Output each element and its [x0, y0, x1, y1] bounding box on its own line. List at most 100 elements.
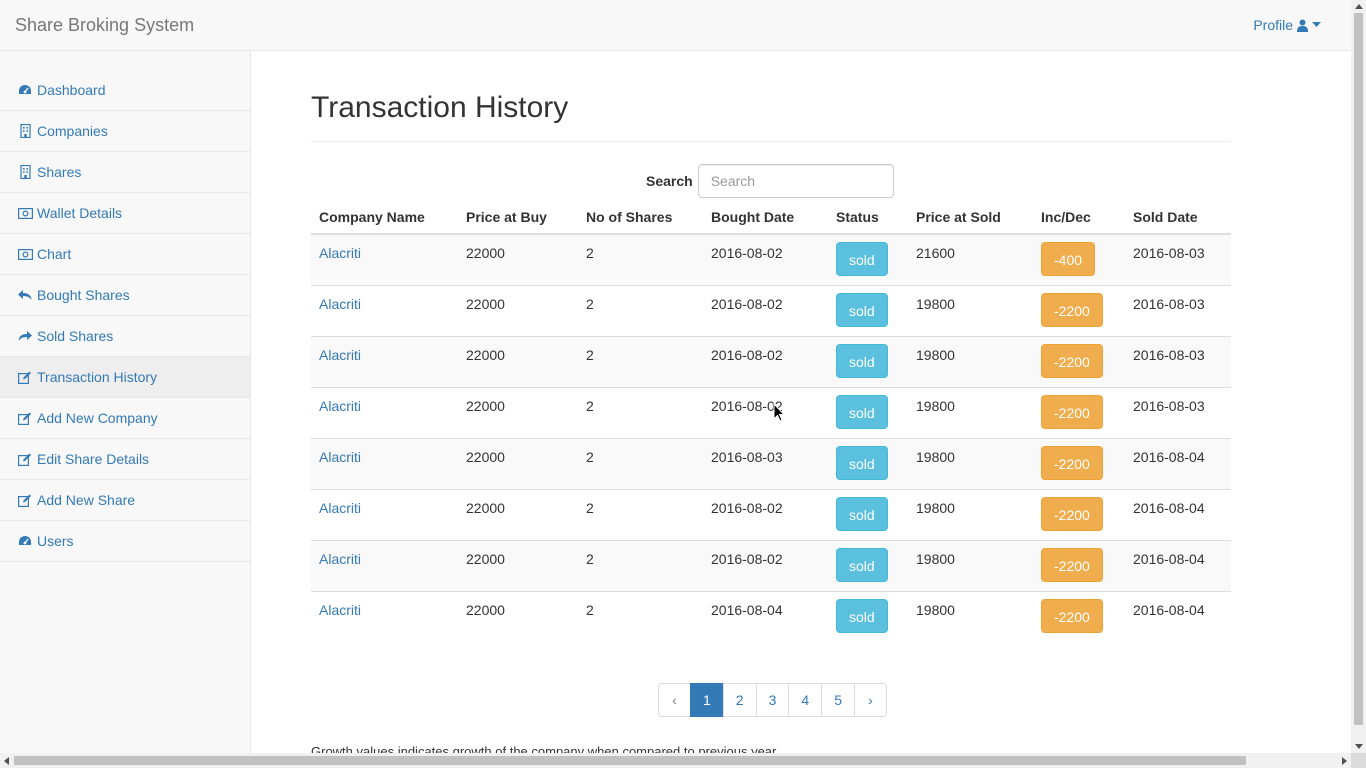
pagination: ‹ 1 2 3 4 5 › — [658, 683, 887, 717]
dashboard-icon — [17, 534, 33, 548]
inc-dec-button[interactable]: -2200 — [1041, 343, 1103, 378]
cell-price-at-sold: 19800 — [908, 488, 1033, 540]
cell-price-at-buy: 22000 — [458, 488, 578, 540]
column-header[interactable]: Price at Buy — [458, 201, 578, 235]
main-content: Transaction History Search Company Name … — [311, 51, 1231, 759]
company-link[interactable]: Alacriti — [319, 347, 361, 363]
status-button[interactable]: sold — [836, 496, 888, 531]
inc-dec-button[interactable]: -2200 — [1041, 445, 1103, 480]
column-header[interactable]: Price at Sold — [908, 201, 1033, 235]
company-link[interactable]: Alacriti — [319, 398, 361, 414]
sidebar-item-wallet-details[interactable]: Wallet Details — [0, 193, 250, 234]
cell-sold-date: 2016-08-04 — [1125, 437, 1231, 489]
cell-sold-date: 2016-08-03 — [1125, 284, 1231, 336]
profile-dropdown[interactable]: Profile — [1253, 17, 1321, 33]
status-button[interactable]: sold — [836, 547, 888, 582]
status-button[interactable]: sold — [836, 445, 888, 480]
sidebar-item-label: Companies — [37, 123, 108, 139]
cell-company: Alacriti — [311, 539, 458, 591]
sidebar-item-dashboard[interactable]: Dashboard — [0, 70, 250, 111]
company-link[interactable]: Alacriti — [319, 500, 361, 516]
sidebar-item-sold-shares[interactable]: Sold Shares — [0, 316, 250, 357]
inc-dec-button[interactable]: -2200 — [1041, 598, 1103, 633]
search-input[interactable] — [697, 164, 894, 198]
inc-dec-button[interactable]: -2200 — [1041, 496, 1103, 531]
search-bar: Search — [646, 164, 894, 198]
sidebar-item-shares[interactable]: Shares — [0, 152, 250, 193]
app-brand[interactable]: Share Broking System — [15, 15, 194, 35]
sidebar-item-label: Bought Shares — [37, 287, 130, 303]
table-row: Alacriti 22000 2 2016-08-04 sold 19800 -2200 20… — [311, 590, 1231, 642]
pagination-page-5[interactable]: 5 — [821, 683, 855, 717]
cell-status: sold — [828, 284, 908, 336]
scroll-left-icon[interactable] — [4, 757, 9, 765]
inc-dec-button[interactable]: -400 — [1041, 242, 1096, 276]
sidebar-item-companies[interactable]: Companies — [0, 111, 250, 152]
sidebar-item-chart[interactable]: Chart — [0, 234, 250, 275]
status-button[interactable]: sold — [836, 394, 888, 429]
cell-price-at-buy: 22000 — [458, 335, 578, 387]
cell-status: sold — [828, 488, 908, 540]
company-link[interactable]: Alacriti — [319, 296, 361, 312]
cell-bought-date: 2016-08-02 — [703, 234, 828, 285]
cell-company: Alacriti — [311, 437, 458, 489]
scroll-up-icon[interactable] — [1355, 4, 1363, 9]
sidebar-item-label: Add New Share — [37, 492, 136, 508]
status-button[interactable]: sold — [836, 598, 888, 633]
table-row: Alacriti 22000 2 2016-08-02 sold 19800 -2200 20… — [311, 335, 1231, 387]
cell-no-of-shares: 2 — [578, 437, 703, 489]
column-header[interactable]: Company Name — [311, 201, 458, 235]
sidebar-item-label: Dashboard — [37, 82, 106, 98]
pagination-page-1[interactable]: 1 — [690, 683, 724, 717]
cell-price-at-sold: 19800 — [908, 539, 1033, 591]
scrollbar-thumb[interactable] — [1354, 13, 1363, 725]
cell-inc-dec: -2200 — [1033, 335, 1125, 387]
cell-status: sold — [828, 234, 908, 285]
column-header[interactable]: No of Shares — [578, 201, 703, 235]
cell-bought-date: 2016-08-02 — [703, 335, 828, 387]
status-button[interactable]: sold — [836, 242, 888, 276]
inc-dec-button[interactable]: -2200 — [1041, 394, 1103, 429]
column-header[interactable]: Inc/Dec — [1033, 201, 1125, 235]
sidebar-item-label: Chart — [37, 246, 72, 262]
sidebar-item-add-new-company[interactable]: Add New Company — [0, 398, 250, 439]
pagination-page-4[interactable]: 4 — [788, 683, 823, 717]
sidebar-item-users[interactable]: Users — [0, 521, 250, 562]
cell-inc-dec: -2200 — [1033, 284, 1125, 336]
cell-inc-dec: -400 — [1033, 234, 1125, 285]
pagination-next-button[interactable]: › — [853, 683, 887, 717]
company-link[interactable]: Alacriti — [319, 602, 361, 618]
status-button[interactable]: sold — [836, 292, 888, 327]
table-header-row: Company Name Price at Buy No of Shares B… — [311, 201, 1231, 235]
cell-inc-dec: -2200 — [1033, 590, 1125, 642]
cell-no-of-shares: 2 — [578, 590, 703, 642]
vertical-scrollbar[interactable] — [1351, 0, 1366, 753]
pagination-prev-button[interactable]: ‹ — [658, 683, 691, 717]
column-header[interactable]: Bought Date — [703, 201, 828, 235]
column-header[interactable]: Status — [828, 201, 908, 235]
inc-dec-button[interactable]: -2200 — [1041, 547, 1103, 582]
sidebar-item-bought-shares[interactable]: Bought Shares — [0, 275, 250, 316]
sidebar-item-add-new-share[interactable]: Add New Share — [0, 480, 250, 521]
pagination-page-2[interactable]: 2 — [722, 683, 757, 717]
cell-sold-date: 2016-08-04 — [1125, 539, 1231, 591]
sidebar-item-transaction-history[interactable]: Transaction History — [0, 357, 250, 398]
column-header[interactable]: Sold Date — [1125, 201, 1231, 235]
scrollbar-thumb[interactable] — [14, 756, 1246, 765]
sidebar-item-edit-share-details[interactable]: Edit Share Details — [0, 439, 250, 480]
table-row: Alacriti 22000 2 2016-08-02 sold 19800 -2200 20… — [311, 386, 1231, 438]
horizontal-scrollbar[interactable] — [0, 753, 1351, 768]
company-link[interactable]: Alacriti — [319, 245, 361, 261]
transaction-table: Company Name Price at Buy No of Shares B… — [311, 201, 1231, 642]
pagination-page-3[interactable]: 3 — [755, 683, 790, 717]
cell-bought-date: 2016-08-02 — [703, 539, 828, 591]
company-link[interactable]: Alacriti — [319, 551, 361, 567]
cell-bought-date: 2016-08-04 — [703, 590, 828, 642]
sidebar-item-label: Add New Company — [37, 410, 158, 426]
scroll-down-icon[interactable] — [1355, 744, 1363, 749]
cell-price-at-sold: 19800 — [908, 386, 1033, 438]
inc-dec-button[interactable]: -2200 — [1041, 292, 1103, 327]
company-link[interactable]: Alacriti — [319, 449, 361, 465]
scroll-right-icon[interactable] — [1342, 757, 1347, 765]
status-button[interactable]: sold — [836, 343, 888, 378]
